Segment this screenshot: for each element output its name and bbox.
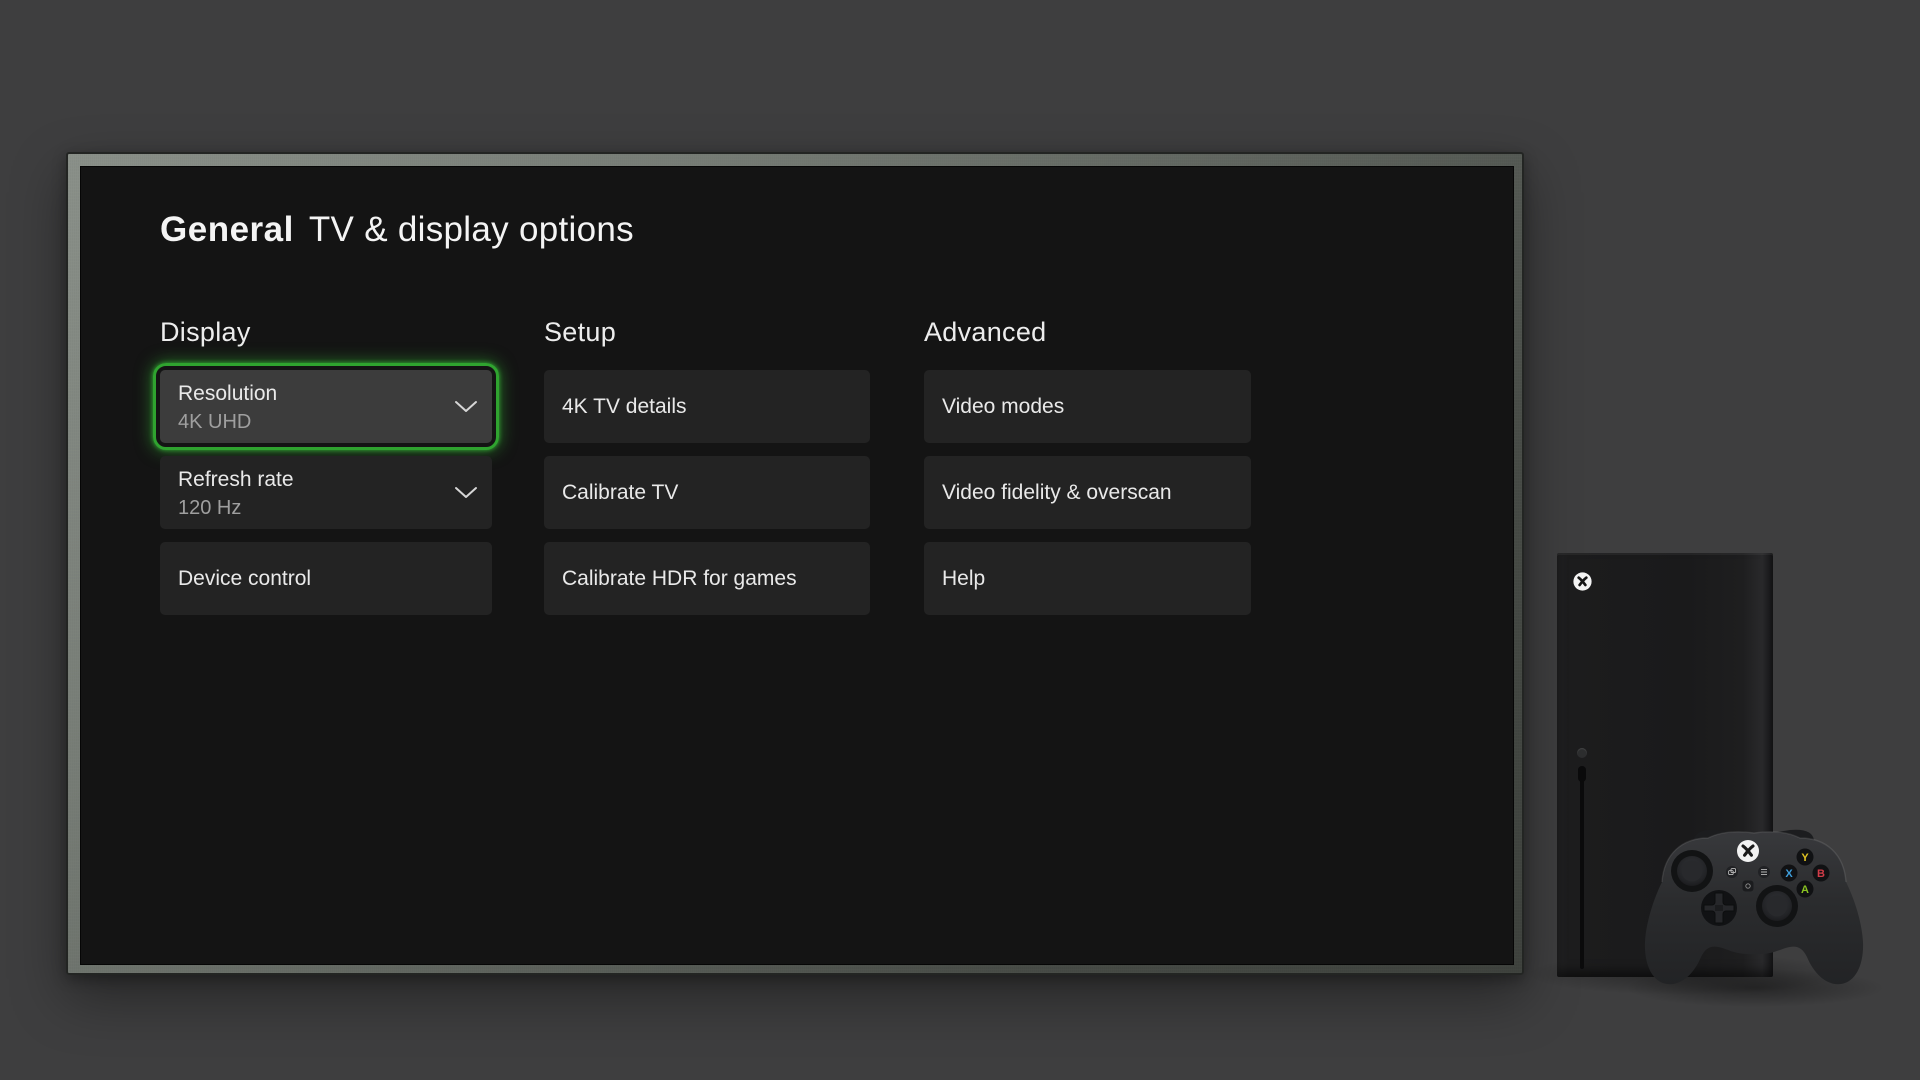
tile-calibrate-tv[interactable]: Calibrate TV	[544, 456, 870, 529]
column-header-advanced: Advanced	[924, 315, 1251, 349]
column-advanced: Advanced Video modes Video fidelity & ov…	[924, 315, 1251, 628]
tile-4k-tv-details[interactable]: 4K TV details	[544, 370, 870, 443]
tile-refresh-rate-label: Refresh rate	[178, 467, 448, 492]
column-header-display: Display	[160, 315, 492, 349]
tile-resolution-label: Resolution	[178, 381, 448, 406]
button-y: Y	[1797, 849, 1814, 866]
button-x: X	[1781, 865, 1798, 882]
button-b-label: B	[1817, 868, 1825, 880]
tile-refresh-rate[interactable]: Refresh rate 120 Hz	[160, 456, 492, 529]
tile-resolution-value: 4K UHD	[178, 410, 448, 435]
menu-button	[1758, 866, 1770, 878]
xbox-guide-button	[1737, 840, 1759, 862]
column-display: Display Resolution 4K UHD Refresh rate 1…	[160, 315, 492, 628]
button-a: A	[1797, 881, 1814, 898]
share-button	[1743, 881, 1754, 892]
button-a-label: A	[1801, 884, 1809, 896]
tv-frame: General TV & display options Display Reso…	[66, 152, 1524, 975]
settings-screen: General TV & display options Display Reso…	[80, 166, 1514, 965]
console-disc-slot	[1580, 769, 1584, 969]
tile-device-control-label: Device control	[178, 566, 448, 591]
page-title: General TV & display options	[160, 209, 634, 251]
tile-video-modes[interactable]: Video modes	[924, 370, 1251, 443]
tile-video-fidelity[interactable]: Video fidelity & overscan	[924, 456, 1251, 529]
tile-video-fidelity-label: Video fidelity & overscan	[942, 480, 1207, 505]
tile-calibrate-hdr-label: Calibrate HDR for games	[562, 566, 826, 591]
tile-help-label: Help	[942, 566, 1207, 591]
tile-video-modes-label: Video modes	[942, 394, 1207, 419]
button-b: B	[1813, 865, 1830, 882]
console-pair-button	[1577, 748, 1587, 758]
page-title-subsection: TV & display options	[309, 210, 634, 249]
xbox-controller: Y X B A	[1634, 826, 1874, 996]
left-stick	[1671, 850, 1713, 892]
column-header-setup: Setup	[544, 315, 870, 349]
chevron-down-icon	[454, 486, 478, 500]
button-y-label: Y	[1801, 852, 1809, 864]
tile-device-control[interactable]: Device control	[160, 542, 492, 615]
tile-resolution[interactable]: Resolution 4K UHD	[160, 370, 492, 443]
button-x-label: X	[1785, 868, 1793, 880]
column-setup: Setup 4K TV details Calibrate TV Calibra…	[544, 315, 870, 628]
dpad	[1701, 890, 1737, 926]
xbox-logo-icon	[1573, 572, 1592, 591]
right-stick	[1756, 885, 1798, 927]
chevron-down-icon	[454, 400, 478, 414]
tile-help[interactable]: Help	[924, 542, 1251, 615]
view-button	[1726, 866, 1738, 878]
tile-4k-tv-details-label: 4K TV details	[562, 394, 826, 419]
tile-calibrate-hdr[interactable]: Calibrate HDR for games	[544, 542, 870, 615]
tile-refresh-rate-value: 120 Hz	[178, 496, 448, 521]
page-title-section: General	[160, 210, 294, 249]
tile-calibrate-tv-label: Calibrate TV	[562, 480, 826, 505]
